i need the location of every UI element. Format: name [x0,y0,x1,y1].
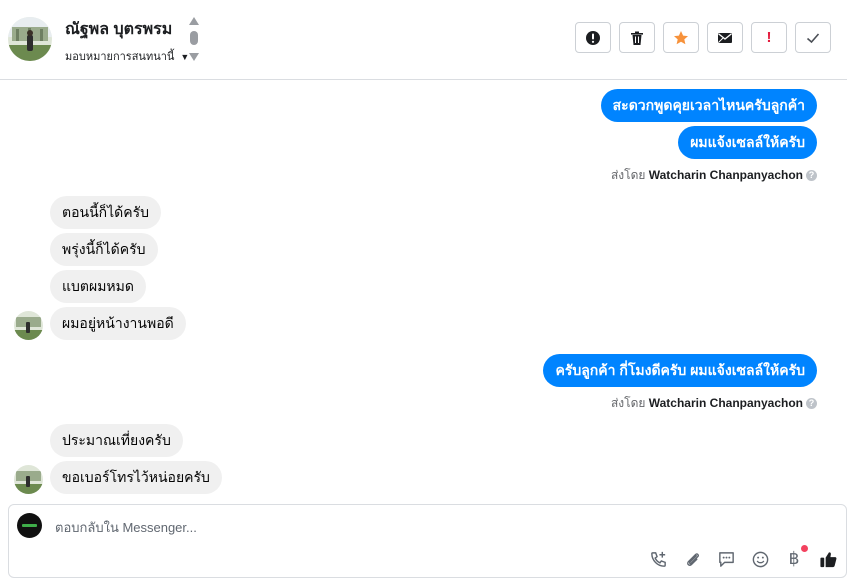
sent-by-label: ส่งโดย Watcharin Chanpanyachon? [611,394,817,413]
incoming-message: ประมาณเที่ยงครับ [50,424,183,457]
outgoing-message: ครับลูกค้า กี่โมงดีครับ ผมแจ้งเซลล์ให้คร… [543,354,817,387]
incoming-message: ผมอยู่หน้างานพอดี [50,307,186,340]
call-button[interactable] [648,549,668,569]
contact-avatar-small [14,311,43,340]
sent-by-label: ส่งโดย Watcharin Chanpanyachon? [611,166,817,185]
reply-input[interactable] [53,519,557,536]
alert-circle-icon [586,30,600,45]
exclamation-icon: ! [766,29,772,46]
contact-avatar[interactable] [8,17,52,61]
star-icon [674,30,688,44]
contact-avatar-small [14,465,43,494]
baht-icon: ฿ [788,549,800,568]
star-button[interactable] [663,22,699,53]
like-button[interactable] [818,549,838,569]
outgoing-message: สะดวกพูดคุยเวลาไหนครับลูกค้า [600,89,817,122]
conversation-header: ณัฐพล บุตรพรม มอบหมายการสนทนานี้ ▼ ! [0,0,847,80]
conversation-nav-control[interactable] [188,17,200,63]
flag-button[interactable]: ! [751,22,787,53]
emoji-button[interactable] [750,549,770,569]
thumbs-up-icon [819,551,836,567]
delete-button[interactable] [619,22,655,53]
mark-spam-button[interactable] [575,22,611,53]
sender-name: Watcharin Chanpanyachon [648,396,803,410]
saved-replies-button[interactable] [716,549,736,569]
sent-by-prefix: ส่งโดย [610,168,646,182]
mark-done-button[interactable] [795,22,831,53]
chat-bubble-icon [718,551,734,567]
trash-icon [631,31,643,45]
incoming-message: ขอเบอร์โทรไว้หน่อยครับ [50,461,222,494]
incoming-message: แบตผมหมด [50,270,146,303]
attach-button[interactable] [682,549,702,569]
notification-dot [801,545,808,552]
envelope-icon [718,32,732,43]
mark-unread-button[interactable] [707,22,743,53]
sender-name: Watcharin Chanpanyachon [648,168,803,182]
assign-label: มอบหมายการสนทนานี้ [65,51,175,63]
composer-tools: ฿ [648,545,838,569]
smiley-icon [752,551,768,567]
outgoing-message: ผมแจ้งเซลล์ให้ครับ [678,126,817,159]
reply-composer: ฿ [8,504,847,578]
incoming-message: ตอนนี้ก็ได้ครับ [50,196,162,229]
contact-name: ณัฐพล บุตรพรม [65,21,173,38]
paperclip-icon [686,552,699,566]
phone-plus-icon [650,551,666,567]
info-icon[interactable]: ? [806,398,817,410]
message-thread: สะดวกพูดคุยเวลาไหนครับลูกค้า ผมแจ้งเซลล์… [0,80,847,504]
checkmark-icon [806,32,820,43]
sent-by-prefix: ส่งโดย [610,396,646,410]
payment-button[interactable]: ฿ [784,545,808,569]
info-icon[interactable]: ? [806,170,817,182]
conversation-actions: ! [575,22,831,53]
incoming-message: พรุ่งนี้ก็ได้ครับ [50,233,158,266]
page-avatar [17,513,42,538]
assign-conversation-dropdown[interactable]: มอบหมายการสนทนานี้ ▼ [65,47,189,65]
